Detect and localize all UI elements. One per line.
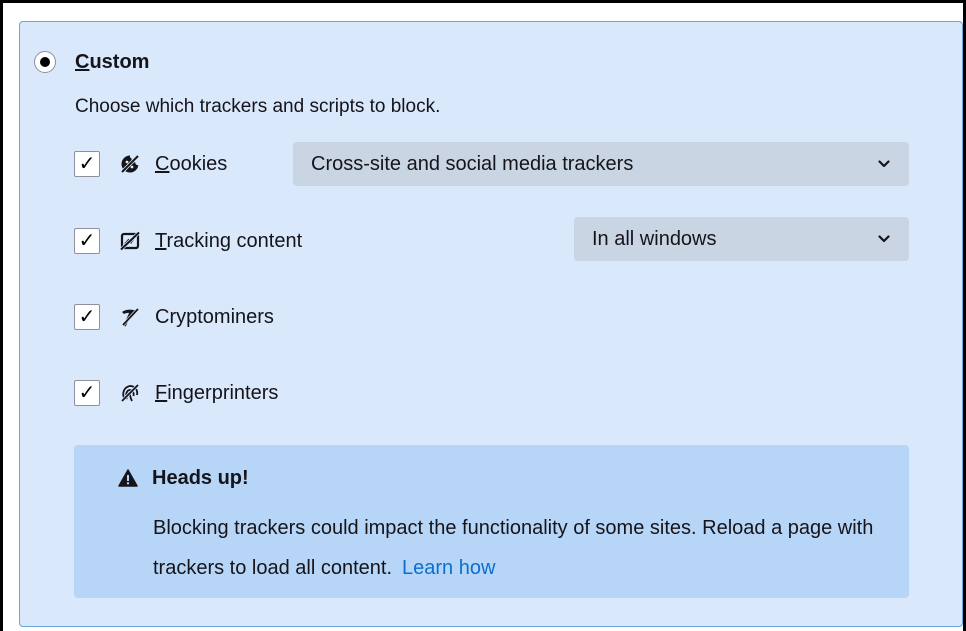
warning-title-text: Heads up! — [152, 467, 249, 489]
warning-body: Blocking trackers could impact the funct… — [153, 508, 893, 588]
cryptominer-icon — [118, 305, 142, 329]
cryptominers-row: ✓ Cryptominers — [74, 302, 274, 332]
cookies-select[interactable]: Cross-site and social media trackers — [293, 142, 909, 186]
tracking-content-icon — [118, 229, 142, 253]
warning-icon — [118, 467, 140, 489]
custom-label-rest: ustom — [89, 51, 150, 73]
fingerprinters-checkbox[interactable]: ✓ — [74, 380, 100, 406]
cookies-row: ✓ Cookies — [74, 149, 227, 179]
tracking-content-select-value: In all windows — [592, 228, 717, 250]
tracking-content-label-rest: racking content — [166, 230, 303, 252]
custom-label[interactable]: Custom — [75, 50, 149, 74]
tracking-content-select[interactable]: In all windows — [574, 217, 909, 261]
cookies-label[interactable]: Cookies — [155, 152, 227, 176]
radio-selected-dot — [40, 57, 50, 67]
custom-accesskey: C — [75, 51, 90, 73]
learn-how-link[interactable]: Learn how — [402, 557, 495, 579]
cookies-accesskey: C — [155, 153, 170, 175]
chevron-down-icon — [877, 157, 891, 171]
custom-radio[interactable] — [34, 51, 56, 73]
cryptominers-label-text: Cryptominers — [155, 306, 274, 328]
tracking-content-label[interactable]: Tracking content — [155, 229, 302, 253]
fingerprinters-row: ✓ Fingerprinters — [74, 378, 278, 408]
fingerprinters-label-rest: ingerprinters — [167, 382, 279, 404]
cookies-label-rest: ookies — [169, 153, 228, 175]
tracking-content-row: ✓ Tracking content — [74, 226, 302, 256]
warning-title: Heads up! — [118, 466, 249, 490]
warning-body-text: Blocking trackers could impact the funct… — [153, 517, 874, 579]
cookie-icon — [118, 152, 142, 176]
tracking-content-accesskey: T — [155, 230, 167, 252]
cookies-checkbox[interactable]: ✓ — [74, 151, 100, 177]
fingerprinters-label[interactable]: Fingerprinters — [155, 381, 278, 405]
tracking-content-checkbox[interactable]: ✓ — [74, 228, 100, 254]
cookies-select-value: Cross-site and social media trackers — [311, 153, 634, 175]
custom-description: Choose which trackers and scripts to blo… — [75, 96, 441, 117]
fingerprinter-icon — [118, 381, 142, 405]
fingerprinters-accesskey: F — [155, 382, 168, 404]
cryptominers-label[interactable]: Cryptominers — [155, 305, 274, 329]
cryptominers-checkbox[interactable]: ✓ — [74, 304, 100, 330]
chevron-down-icon — [877, 232, 891, 246]
